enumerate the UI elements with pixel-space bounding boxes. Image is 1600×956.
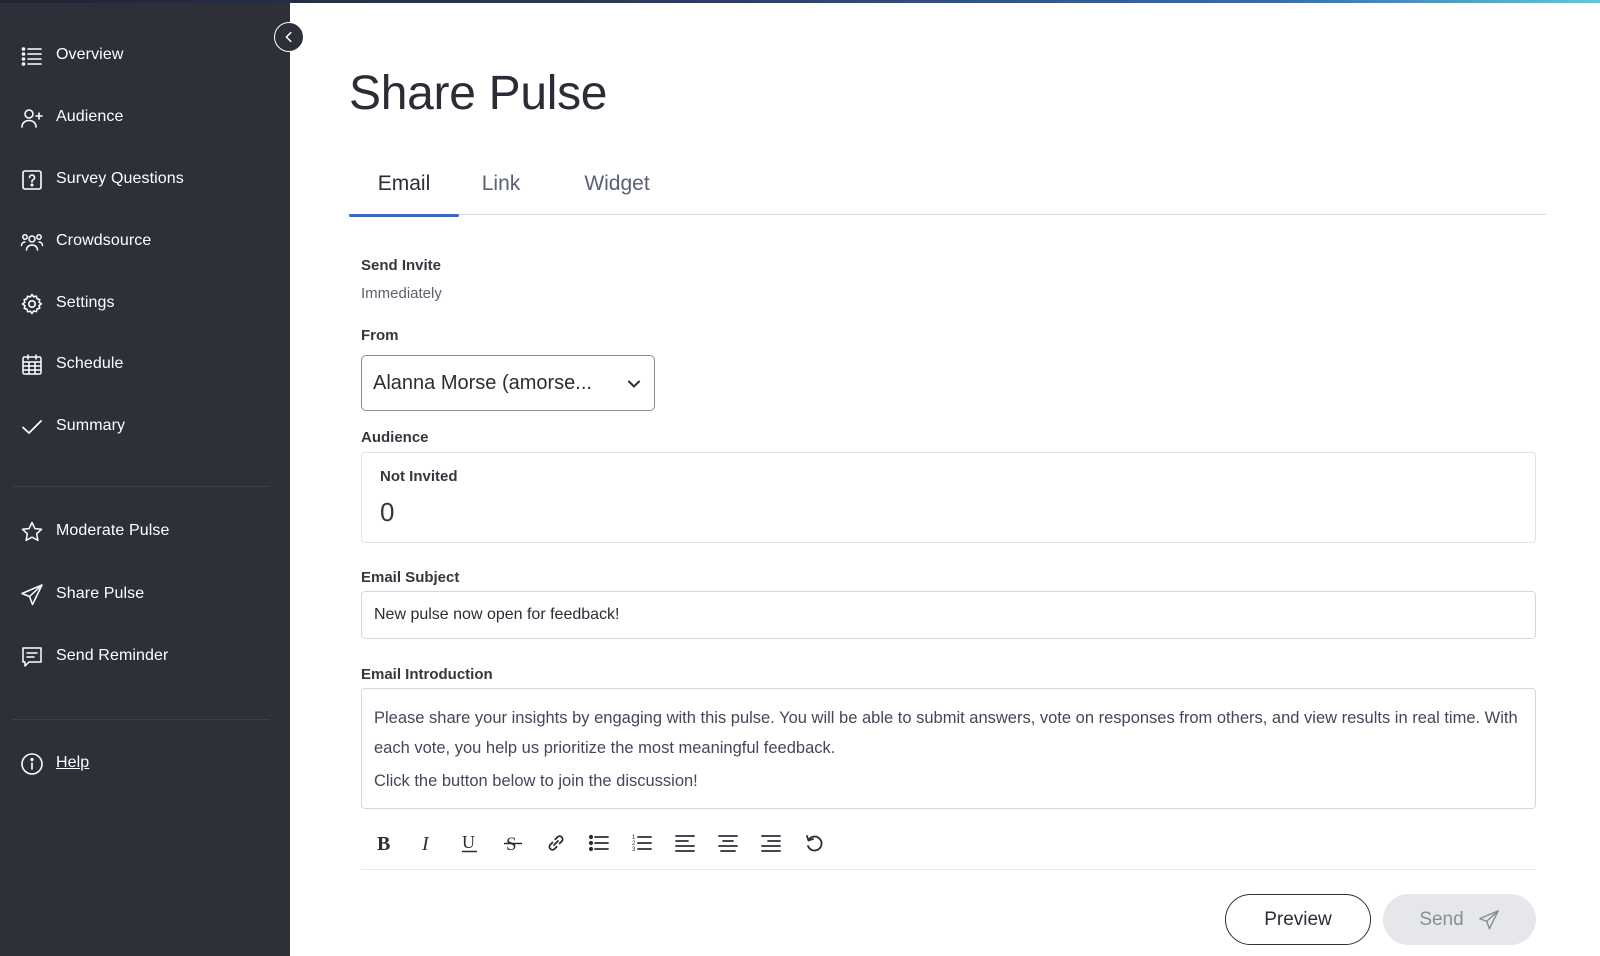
align-right-icon xyxy=(761,835,781,852)
align-left-icon xyxy=(675,835,695,852)
paper-plane-icon xyxy=(1478,909,1499,929)
link-icon xyxy=(548,835,564,851)
strikethrough-icon: S xyxy=(504,834,522,854)
undo-button[interactable] xyxy=(799,828,829,858)
chevron-left-icon xyxy=(285,31,292,43)
send-invite-label: Send Invite xyxy=(361,257,442,274)
align-center-button[interactable] xyxy=(713,828,743,858)
sidebar-item-schedule[interactable]: Schedule xyxy=(0,341,290,389)
email-intro-paragraph-2: Click the button below to join the discu… xyxy=(374,772,698,790)
calendar-icon xyxy=(20,353,44,377)
add-person-icon xyxy=(20,106,44,130)
formatting-toolbar: B I U S 1 2 3 xyxy=(361,822,1536,870)
sidebar-item-label: Send Reminder xyxy=(56,647,169,664)
link-button[interactable] xyxy=(541,828,571,858)
collapse-sidebar-button[interactable] xyxy=(274,22,304,52)
undo-icon xyxy=(806,835,823,852)
send-button-label: Send xyxy=(1419,908,1464,930)
sidebar-item-label: Schedule xyxy=(56,355,124,372)
email-introduction-label: Email Introduction xyxy=(361,666,493,683)
bold-icon: B xyxy=(377,833,390,854)
underline-icon: U xyxy=(462,832,477,853)
audience-stat-card: Not Invited 0 xyxy=(361,452,1536,543)
sidebar-item-audience[interactable]: Audience xyxy=(0,94,290,142)
chevron-down-icon xyxy=(628,380,640,388)
sidebar-item-settings[interactable]: Settings xyxy=(0,280,290,328)
svg-text:B: B xyxy=(377,833,390,854)
sidebar-divider xyxy=(12,486,270,487)
sidebar-item-share-pulse[interactable]: Share Pulse xyxy=(0,571,290,619)
bold-button[interactable]: B xyxy=(369,828,399,858)
not-invited-count: 0 xyxy=(380,497,395,527)
svg-text:I: I xyxy=(421,833,430,854)
from-label: From xyxy=(361,327,399,344)
send-invite-value: Immediately xyxy=(361,285,442,302)
sidebar-item-label: Summary xyxy=(56,417,126,434)
align-left-button[interactable] xyxy=(670,828,700,858)
numbered-list-button[interactable]: 1 2 3 xyxy=(627,828,657,858)
sidebar-item-overview[interactable]: Overview xyxy=(0,32,290,80)
check-icon xyxy=(20,415,44,439)
svg-text:3: 3 xyxy=(632,847,636,853)
info-icon xyxy=(20,752,44,776)
italic-icon: I xyxy=(421,833,430,854)
list-icon xyxy=(20,44,44,68)
sidebar-item-label: Crowdsource xyxy=(56,232,152,249)
paper-plane-icon xyxy=(20,583,44,607)
tab-email[interactable]: Email xyxy=(349,166,459,217)
send-button[interactable]: Send xyxy=(1383,894,1536,945)
email-subject-label: Email Subject xyxy=(361,569,460,586)
sidebar-item-crowdsource[interactable]: Crowdsource xyxy=(0,218,290,266)
bullet-list-icon xyxy=(588,834,609,852)
from-select-value: Alanna Morse (amorse... xyxy=(373,372,592,394)
tab-link[interactable]: Link xyxy=(473,166,529,215)
audience-label: Audience xyxy=(361,429,429,446)
sidebar: Overview Audience Survey Questions Crowd… xyxy=(0,0,290,956)
sidebar-item-label: Audience xyxy=(56,108,124,125)
top-accent-line xyxy=(0,0,1600,3)
sidebar-item-moderate-pulse[interactable]: Moderate Pulse xyxy=(0,508,290,556)
align-right-button[interactable] xyxy=(756,828,786,858)
align-center-icon xyxy=(718,835,738,852)
email-subject-input[interactable] xyxy=(361,591,1536,639)
email-intro-paragraph-1: Please share your insights by engaging w… xyxy=(374,709,1518,757)
main-content: Share Pulse Email Link Widget Send Invit… xyxy=(290,0,1600,956)
sidebar-item-send-reminder[interactable]: Send Reminder xyxy=(0,633,290,681)
question-square-icon xyxy=(20,168,44,192)
svg-text:U: U xyxy=(462,832,475,852)
group-icon xyxy=(20,230,44,254)
message-icon xyxy=(20,645,44,669)
sidebar-item-label: Share Pulse xyxy=(56,585,145,602)
not-invited-label: Not Invited xyxy=(380,468,458,485)
sidebar-item-label: Moderate Pulse xyxy=(56,522,170,539)
underline-button[interactable]: U xyxy=(455,828,485,858)
italic-button[interactable]: I xyxy=(412,828,442,858)
sidebar-item-label: Overview xyxy=(56,46,124,63)
sidebar-item-summary[interactable]: Summary xyxy=(0,403,290,451)
preview-button[interactable]: Preview xyxy=(1225,894,1371,945)
sidebar-item-survey-questions[interactable]: Survey Questions xyxy=(0,156,290,204)
tab-widget[interactable]: Widget xyxy=(571,166,663,215)
strikethrough-button[interactable]: S xyxy=(498,828,528,858)
gear-icon xyxy=(20,292,44,316)
email-introduction-editor[interactable]: Please share your insights by engaging w… xyxy=(361,688,1536,809)
numbered-list-icon: 1 2 3 xyxy=(632,835,652,853)
sidebar-item-label: Survey Questions xyxy=(56,170,184,187)
tab-bar: Email Link Widget xyxy=(349,166,1546,217)
star-icon xyxy=(20,520,44,544)
sidebar-divider xyxy=(12,719,270,720)
from-select[interactable]: Alanna Morse (amorse... xyxy=(361,355,655,411)
sidebar-item-help[interactable]: Help xyxy=(0,740,290,788)
bullet-list-button[interactable] xyxy=(584,828,614,858)
sidebar-item-label: Settings xyxy=(56,294,115,311)
page-title: Share Pulse xyxy=(349,67,608,120)
help-link[interactable]: Help xyxy=(56,754,89,772)
